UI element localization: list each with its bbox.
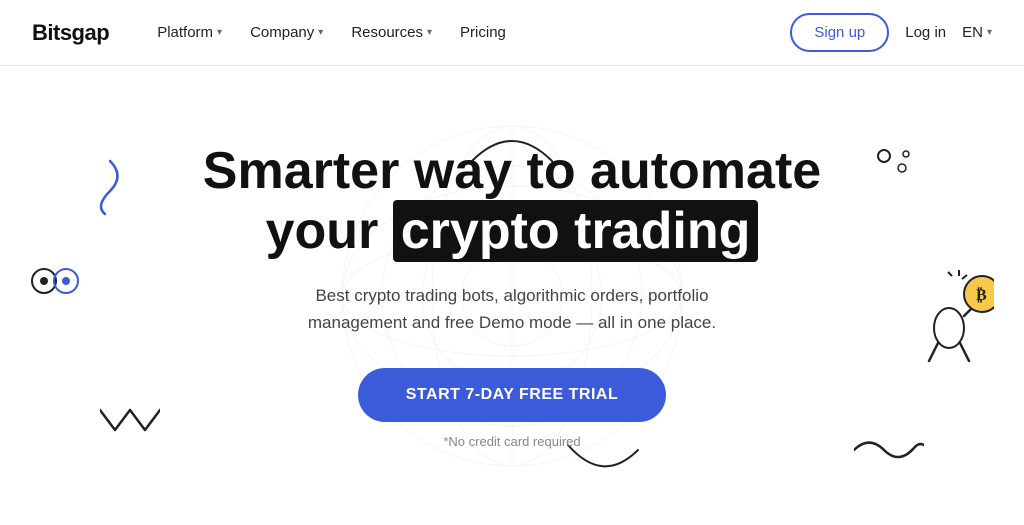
- trial-button[interactable]: START 7-DAY FREE TRIAL: [358, 368, 667, 422]
- nav-item-platform[interactable]: Platform ▾: [145, 16, 234, 49]
- chevron-down-icon: ▾: [987, 27, 992, 38]
- no-credit-card-note: *No credit card required: [443, 434, 580, 449]
- nav-right: Sign up Log in EN ▾: [790, 13, 992, 52]
- hero-title-line1: Smarter way to automate: [203, 142, 821, 200]
- bitcoin-character-decoration: ₿: [904, 266, 994, 366]
- login-button[interactable]: Log in: [905, 24, 946, 41]
- hero-section: ₿ Smarter way to automate your crypto tr…: [0, 66, 1024, 525]
- circles-decoration-left: [30, 266, 85, 296]
- zigzag-decoration-bl: [100, 405, 160, 435]
- nav-company-label: Company: [250, 24, 314, 41]
- hero-title-line2-plain: your: [266, 202, 393, 260]
- nav-item-pricing[interactable]: Pricing: [448, 16, 518, 49]
- squiggle-decoration-br: [854, 430, 924, 465]
- nav-item-resources[interactable]: Resources ▾: [339, 16, 444, 49]
- squiggle-decoration-tl: [80, 156, 130, 216]
- navbar: Bitsgap Platform ▾ Company ▾ Resources ▾…: [0, 0, 1024, 66]
- circles-decoration-tr: [874, 146, 914, 186]
- nav-resources-label: Resources: [351, 24, 423, 41]
- signup-button[interactable]: Sign up: [790, 13, 889, 52]
- nav-platform-label: Platform: [157, 24, 213, 41]
- svg-text:₿: ₿: [976, 286, 987, 304]
- chevron-down-icon: ▾: [427, 27, 432, 38]
- hero-subtitle: Best crypto trading bots, algorithmic or…: [272, 282, 752, 336]
- language-selector[interactable]: EN ▾: [962, 24, 992, 41]
- lang-label: EN: [962, 24, 983, 41]
- chevron-down-icon: ▾: [318, 27, 323, 38]
- nav-links: Platform ▾ Company ▾ Resources ▾ Pricing: [145, 16, 790, 49]
- hero-title: Smarter way to automate your crypto trad…: [203, 142, 821, 262]
- chevron-down-icon: ▾: [217, 27, 222, 38]
- hero-title-highlight: crypto trading: [393, 200, 759, 262]
- logo[interactable]: Bitsgap: [32, 20, 109, 46]
- nav-item-company[interactable]: Company ▾: [238, 16, 335, 49]
- nav-pricing-label: Pricing: [460, 24, 506, 41]
